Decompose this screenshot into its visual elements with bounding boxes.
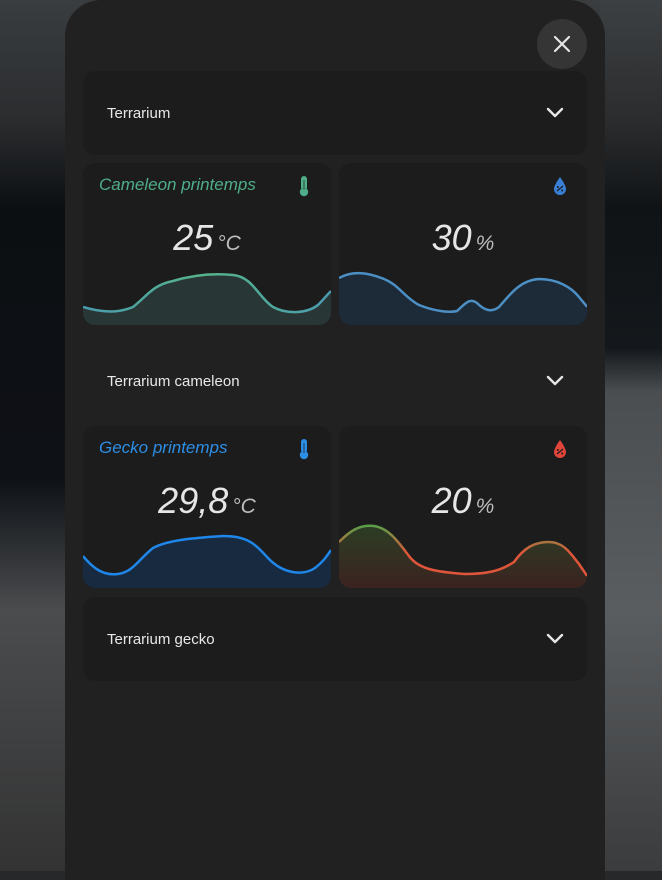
sensor-card-gecko-humidity[interactable]: 20% — [339, 426, 587, 588]
value-number: 20 — [431, 480, 472, 521]
thermometer-icon — [299, 176, 309, 197]
value-number: 25 — [173, 217, 214, 258]
temperature-sparkline — [83, 273, 331, 325]
thermometer-icon — [299, 439, 309, 460]
sensor-value: 20% — [339, 480, 587, 522]
sensor-value: 30% — [339, 217, 587, 259]
sensor-card-gecko-temperature[interactable]: Gecko printemps 29,8 °C — [83, 426, 331, 588]
group-header-terrarium[interactable]: Terrarium — [83, 71, 587, 155]
background-left — [0, 0, 70, 871]
value-unit: °C — [217, 232, 241, 255]
chevron-down-icon[interactable] — [545, 103, 565, 123]
sensor-name: Cameleon printemps — [99, 175, 256, 194]
group-header-terrarium-gecko[interactable]: Terrarium gecko — [83, 597, 587, 681]
group-title: Terrarium cameleon — [107, 372, 240, 390]
value-number: 30 — [431, 217, 472, 258]
water-drop-icon — [554, 177, 566, 195]
sensor-name: Gecko printemps — [99, 438, 228, 457]
temperature-sparkline — [83, 534, 331, 588]
background-right — [600, 0, 662, 871]
value-number: 29,8 — [158, 480, 229, 521]
chevron-down-icon[interactable] — [545, 629, 565, 649]
humidity-sparkline — [339, 271, 587, 325]
group-title: Terrarium — [107, 104, 171, 122]
sensor-value: 29,8 °C — [83, 480, 331, 522]
sensor-card-cameleon-humidity[interactable]: 30% — [339, 163, 587, 325]
value-unit: °C — [232, 495, 256, 518]
water-drop-icon — [554, 440, 566, 458]
close-button[interactable] — [537, 19, 587, 69]
humidity-sparkline — [339, 524, 587, 588]
group-header-terrarium-cameleon[interactable]: Terrarium cameleon — [83, 342, 587, 420]
value-unit: % — [475, 232, 495, 255]
sensor-value: 25 °C — [83, 217, 331, 259]
group-title: Terrarium gecko — [107, 630, 215, 648]
sensor-card-cameleon-temperature[interactable]: Cameleon printemps 25 °C — [83, 163, 331, 325]
chevron-down-icon[interactable] — [545, 371, 565, 391]
value-unit: % — [475, 495, 495, 518]
close-icon — [553, 35, 571, 53]
